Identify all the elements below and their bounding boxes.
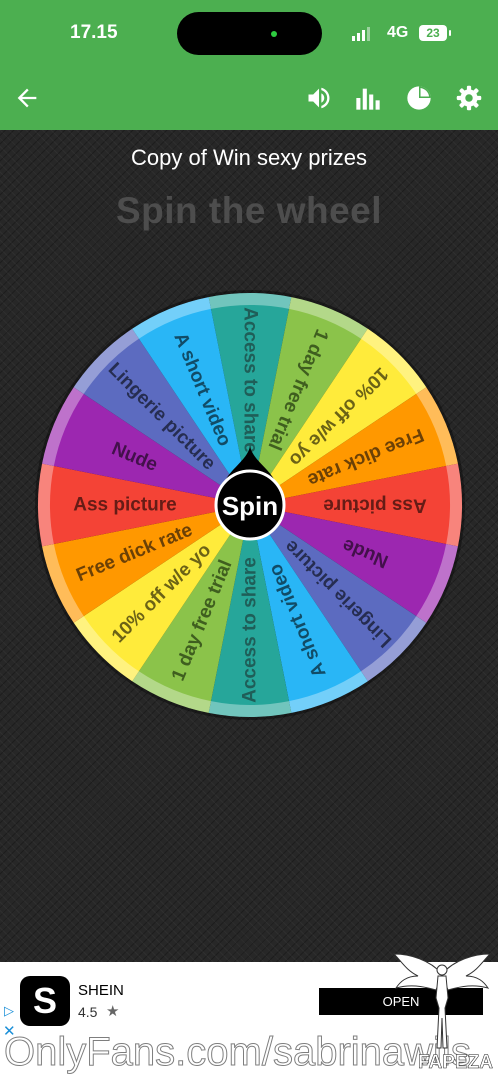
fapeza-angel-logo bbox=[392, 953, 492, 1049]
battery-icon: 23 bbox=[419, 25, 447, 41]
page-title: Spin the wheel bbox=[115, 190, 383, 231]
cellular-signal-icon bbox=[352, 27, 370, 41]
status-time: 17.15 bbox=[70, 22, 118, 43]
camera-indicator-dot bbox=[271, 31, 277, 37]
wheel-segment-label: Access to share bbox=[240, 307, 261, 453]
gear-icon[interactable] bbox=[455, 84, 483, 112]
prize-wheel[interactable]: Access to share 1 day free trial10% off w… bbox=[20, 275, 480, 735]
back-arrow-icon[interactable] bbox=[13, 84, 41, 112]
wheel-segment-label: Access to share bbox=[240, 557, 261, 703]
pie-chart-icon[interactable] bbox=[405, 84, 433, 112]
wheel-subtitle: Copy of Win sexy prizes bbox=[131, 145, 367, 170]
ad-rating: 4.5 bbox=[78, 1004, 98, 1020]
wheel-segment-label: Ass picture bbox=[323, 495, 426, 516]
adchoices-icon[interactable]: ▷ bbox=[4, 1004, 14, 1017]
volume-icon[interactable] bbox=[305, 84, 333, 112]
bar-chart-icon[interactable] bbox=[354, 84, 382, 112]
ad-app-name: SHEIN bbox=[78, 982, 124, 999]
network-type: 4G bbox=[387, 24, 409, 41]
app-bar bbox=[0, 66, 498, 130]
ad-app-logo[interactable]: S bbox=[20, 976, 70, 1026]
wheel-segment-label: Ass picture bbox=[73, 495, 176, 516]
dynamic-island bbox=[177, 12, 322, 55]
spin-button-label: Spin bbox=[222, 491, 278, 521]
battery-tip bbox=[449, 30, 451, 36]
watermark-logo-text: FAPEZA bbox=[418, 1052, 493, 1074]
star-icon: ★ bbox=[106, 1003, 120, 1020]
status-bar: 17.15 4G 23 bbox=[0, 0, 498, 66]
